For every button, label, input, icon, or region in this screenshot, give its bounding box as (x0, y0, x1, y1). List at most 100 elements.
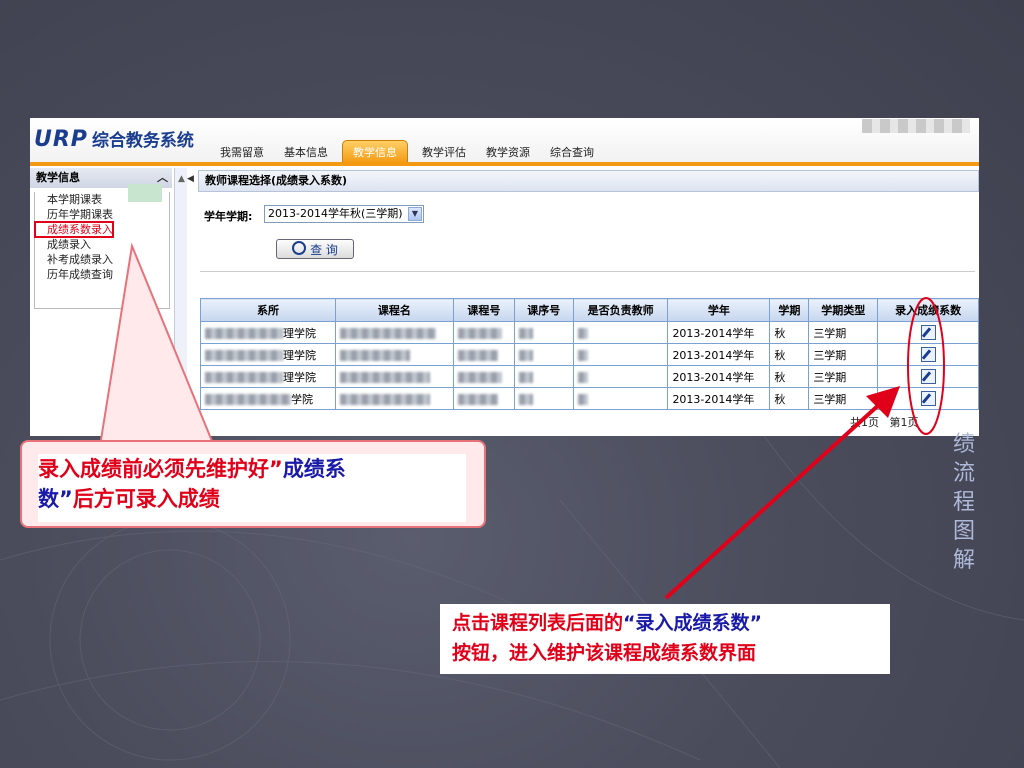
nav-tabs: 我需留意 基本信息 教学信息 教学评估 教学资源 综合查询 (210, 140, 604, 163)
cell-course-no (452, 387, 515, 410)
cell-course-no (452, 321, 515, 344)
table-row: 理学院 2013-2014学年 秋 三学期 (200, 343, 979, 366)
user-info-blurred (862, 119, 970, 133)
term-select-value: 2013-2014学年秋(三学期) (268, 207, 403, 220)
callout-right-line1-blue: “录入成绩系数” (623, 612, 762, 634)
chevron-down-icon[interactable]: ▼ (408, 207, 422, 221)
callout-left-text: 录入成绩前必须先维护好”成绩系 数”后方可录入成绩 (38, 454, 466, 522)
sidebar-item-makeup-entry[interactable]: 补考成绩录入 (35, 252, 169, 267)
callout-left-line2-blue: 数” (38, 487, 73, 511)
sidebar-list: 本学期课表 历年学期课表 成绩系数录入 成绩录入 补考成绩录入 历年成绩查询 (34, 192, 170, 309)
cell-term-type: 三学期 (808, 365, 879, 388)
cell-term-type: 三学期 (808, 387, 879, 410)
cell-course-no (452, 365, 515, 388)
edit-icon[interactable] (920, 325, 936, 340)
logo-brand: URP (34, 127, 88, 152)
callout-left-line1-blue: 成绩系 (282, 457, 346, 481)
cell-responsible (572, 387, 669, 410)
blurred-text (577, 393, 588, 405)
tab-teaching-eval[interactable]: 教学评估 (412, 140, 476, 162)
blurred-text (457, 349, 498, 361)
cell-dept: 学院 (200, 387, 336, 410)
blurred-text (457, 371, 502, 383)
cell-term: 秋 (769, 387, 810, 410)
table-row: 学院 2013-2014学年 秋 三学期 (200, 387, 979, 410)
vertical-char: 绩 (952, 432, 975, 457)
cell-year: 2013-2014学年 (667, 343, 771, 366)
sidebar-item-past-schedules[interactable]: 历年学期课表 (35, 207, 169, 222)
table-row: 理学院 2013-2014学年 秋 三学期 (200, 365, 979, 388)
col-header-dept: 系所 (200, 298, 336, 322)
cell-dept: 理学院 (200, 365, 336, 388)
sidebar-scrollbar[interactable]: ▲ (174, 168, 187, 436)
tab-basic-info[interactable]: 基本信息 (274, 140, 338, 162)
query-button[interactable]: 查 询 (276, 239, 354, 259)
app-logo: URP 综合教务系统 (34, 126, 194, 152)
callout-right: 点击课程列表后面的“录入成绩系数” 按钮，进入维护该课程成绩系数界面 (440, 604, 890, 674)
cell-course-no (452, 343, 515, 366)
col-header-grade-coefficient: 录入成绩系数 (877, 298, 979, 322)
col-header-responsible: 是否负责教师 (572, 298, 669, 322)
cell-dept: 理学院 (200, 321, 336, 344)
blurred-text (205, 372, 283, 383)
callout-left: 录入成绩前必须先维护好”成绩系 数”后方可录入成绩 (20, 440, 486, 528)
cell-year: 2013-2014学年 (667, 387, 771, 410)
blurred-text (339, 393, 430, 405)
tab-notice[interactable]: 我需留意 (210, 140, 274, 162)
screenshot-panel: URP 综合教务系统 我需留意 基本信息 教学信息 教学评估 教学资源 综合查询 … (30, 118, 979, 436)
cell-year: 2013-2014学年 (667, 321, 771, 344)
col-header-course-name: 课程名 (334, 298, 454, 322)
col-header-term-type: 学期类型 (808, 298, 879, 322)
blurred-text (205, 328, 283, 339)
edit-icon[interactable] (920, 347, 936, 362)
cell-dept-suffix: 理学院 (283, 326, 316, 340)
blurred-text (205, 394, 291, 405)
blurred-text (339, 371, 430, 383)
cell-term: 秋 (769, 321, 810, 344)
tab-teaching-resources[interactable]: 教学资源 (476, 140, 540, 162)
vertical-char: 程 (952, 490, 975, 515)
blurred-text (518, 371, 533, 383)
cell-action (877, 321, 979, 344)
sidebar-item-current-schedule[interactable]: 本学期课表 (35, 192, 169, 207)
collapse-sidebar-icon[interactable]: ◀ (187, 174, 195, 190)
edit-icon[interactable] (920, 391, 936, 406)
sidebar-item-grade-history[interactable]: 历年成绩查询 (35, 267, 169, 282)
col-header-course-no: 课程号 (452, 298, 515, 322)
cell-course-name (334, 321, 454, 344)
tab-general-query[interactable]: 综合查询 (540, 140, 604, 162)
blurred-text (457, 327, 502, 339)
cell-action (877, 365, 979, 388)
cell-year: 2013-2014学年 (667, 365, 771, 388)
tab-teaching-info[interactable]: 教学信息 (342, 140, 408, 163)
cell-dept-suffix: 学院 (291, 392, 313, 406)
logo-name: 综合教务系统 (91, 131, 194, 151)
blurred-text (577, 349, 588, 361)
vertical-char: 图 (952, 519, 975, 544)
blurred-text (339, 327, 436, 339)
cell-dept: 理学院 (200, 343, 336, 366)
blurred-text (457, 393, 498, 405)
scroll-up-icon[interactable]: ▲ (178, 174, 185, 184)
table-row: 理学院 2013-2014学年 秋 三学期 (200, 321, 979, 344)
callout-left-line2-red: 后方可录入成绩 (72, 487, 220, 511)
blurred-text (518, 349, 533, 361)
side-vertical-title: 绩 流 程 图 解 (950, 430, 978, 575)
blurred-text (577, 371, 588, 383)
term-select[interactable]: 2013-2014学年秋(三学期) ▼ (264, 205, 424, 223)
sidebar-title: 教学信息 (36, 171, 80, 184)
cell-section-no (513, 343, 574, 366)
sidebar-item-grade-coefficient[interactable]: 成绩系数录入 (34, 221, 114, 238)
cell-term-type: 三学期 (808, 343, 879, 366)
edit-icon[interactable] (920, 369, 936, 384)
sidebar-item-grade-entry[interactable]: 成绩录入 (35, 237, 169, 252)
vertical-char: 解 (952, 548, 975, 573)
callout-right-line2-red: 按钮，进入维护该课程成绩系数界面 (452, 642, 757, 664)
cell-section-no (513, 365, 574, 388)
cell-term-type: 三学期 (808, 321, 879, 344)
cell-section-no (513, 387, 574, 410)
cell-course-name (334, 365, 454, 388)
pager-total: 共1页 (850, 416, 879, 429)
top-bar: URP 综合教务系统 我需留意 基本信息 教学信息 教学评估 教学资源 综合查询 (30, 118, 979, 163)
cell-course-name (334, 343, 454, 366)
